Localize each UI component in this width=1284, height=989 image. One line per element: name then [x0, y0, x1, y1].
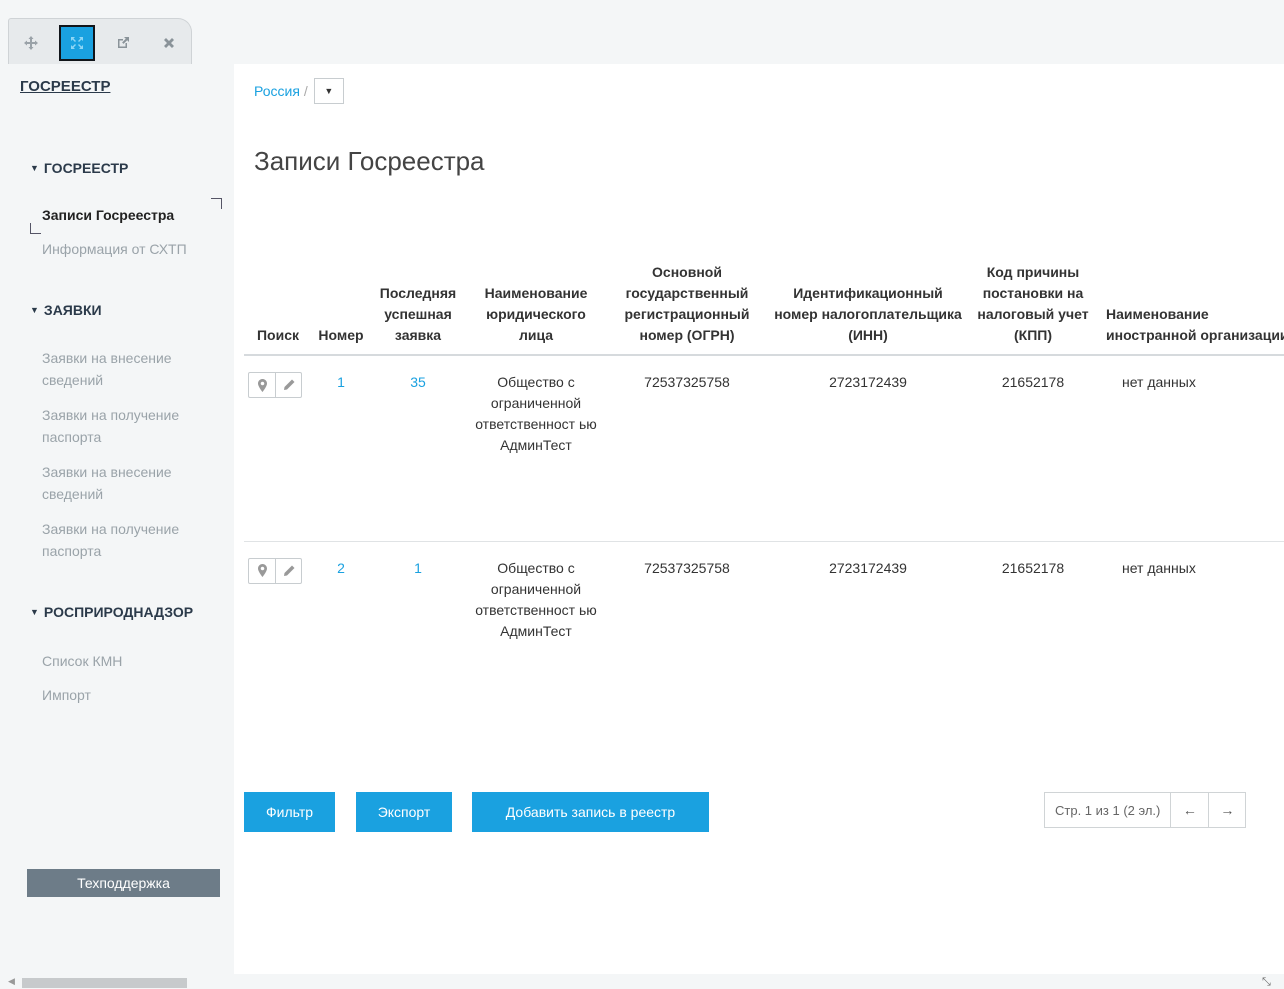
brand-link[interactable]: ГОСРЕЕСТР	[20, 78, 110, 95]
prev-page-button[interactable]: ←	[1171, 793, 1208, 827]
pencil-icon[interactable]	[275, 373, 301, 397]
cell-ogrn: 72537325758	[644, 559, 730, 576]
cell-foreign-name: нет данных	[1122, 559, 1196, 576]
horizontal-scrollbar[interactable]: ◀	[0, 974, 1284, 988]
row-actions	[244, 355, 312, 542]
column-header-search[interactable]: Поиск	[244, 262, 312, 356]
cell-legal-name: Общество с ограниченной ответственност ь…	[466, 355, 606, 542]
column-header-number[interactable]: Номер	[312, 262, 370, 356]
filter-button[interactable]: Фильтр	[244, 792, 335, 832]
pagination: Стр. 1 из 1 (2 эл.) ← →	[1044, 792, 1247, 828]
map-marker-icon[interactable]	[249, 559, 275, 583]
records-table: Поиск Номер Последняя успешная заявка На…	[244, 262, 1284, 721]
cell-number[interactable]: 2	[312, 541, 370, 721]
table-row[interactable]: 1 35 Общество с ограниченной ответственн…	[244, 355, 1284, 542]
caret-down-icon: ▼	[30, 163, 39, 173]
sidebar-item-skhtp-info[interactable]: Информация от СХТП	[42, 238, 222, 260]
breadcrumb-separator: /	[303, 83, 308, 99]
caret-down-icon: ▼	[30, 305, 39, 315]
app-window: ГОСРЕЕСТР ▼ ГОСРЕЕСТР Записи Госреестра И…	[0, 0, 1284, 988]
breadcrumb: Россия / ▼	[254, 78, 344, 104]
map-marker-icon[interactable]	[249, 373, 275, 397]
cell-kpp: 21652178	[968, 355, 1098, 542]
sidebar-item-requests-info-1[interactable]: Заявки на внесение сведений	[42, 347, 222, 391]
row-action-group	[248, 372, 302, 398]
cell-last-request[interactable]: 1	[370, 541, 466, 721]
table-header-row: Поиск Номер Последняя успешная заявка На…	[244, 262, 1284, 356]
sidebar-item-gosreestr-records[interactable]: Записи Госреестра	[42, 204, 222, 226]
column-header-kpp[interactable]: Код причины постановки на налоговый учет…	[968, 262, 1098, 356]
sidebar-section-gosreestr[interactable]: ▼ ГОСРЕЕСТР	[30, 160, 128, 176]
sidebar-item-import[interactable]: Импорт	[42, 684, 222, 706]
window-toolbar	[8, 18, 192, 64]
expand-icon[interactable]	[59, 25, 95, 61]
column-header-foreign-name[interactable]: Наименование иностранной организации	[1098, 262, 1284, 356]
move-icon[interactable]	[13, 25, 49, 61]
export-button[interactable]: Экспорт	[356, 792, 452, 832]
scroll-left-icon[interactable]: ◀	[8, 976, 15, 987]
cell-ogrn: 72537325758	[606, 355, 768, 542]
cell-foreign-name: нет данных	[1098, 355, 1284, 542]
close-icon[interactable]	[151, 25, 187, 61]
next-page-button[interactable]: →	[1208, 793, 1245, 827]
breadcrumb-root[interactable]: Россия	[254, 83, 300, 99]
sidebar-item-requests-passport-2[interactable]: Заявки на получение паспорта	[42, 518, 222, 562]
scrollbar-thumb[interactable]	[22, 978, 187, 988]
add-record-button[interactable]: Добавить запись в реестр	[472, 792, 709, 832]
column-header-last-request[interactable]: Последняя успешная заявка	[370, 262, 466, 356]
cell-inn: 2723172439	[829, 559, 907, 576]
column-header-ogrn[interactable]: Основной государственный регистрационный…	[606, 262, 768, 356]
cell-legal-name: Общество с ограниченной ответственност ь…	[475, 559, 597, 639]
column-header-inn[interactable]: Идентификационный номер налогоплательщик…	[768, 262, 968, 356]
page-title: Записи Госреестра	[254, 146, 485, 176]
resize-grip-icon[interactable]: ⤡	[1262, 976, 1271, 989]
caret-down-icon: ▼	[324, 86, 334, 96]
sidebar-item-kmn-list[interactable]: Список КМН	[42, 650, 222, 672]
cell-last-request[interactable]: 35	[370, 355, 466, 542]
pagination-info: Стр. 1 из 1 (2 эл.)	[1045, 793, 1172, 827]
breadcrumb-dropdown[interactable]: ▼	[313, 78, 344, 104]
sidebar-item-requests-passport-1[interactable]: Заявки на получение паспорта	[42, 404, 222, 448]
sidebar-item-requests-info-2[interactable]: Заявки на внесение сведений	[42, 461, 222, 505]
cell-kpp: 21652178	[1001, 559, 1065, 576]
main-content: Россия / ▼ Записи Госреестра Поиск Номер…	[234, 64, 1284, 974]
sidebar-section-requests[interactable]: ▼ ЗАЯВКИ	[30, 302, 102, 318]
pencil-icon[interactable]	[275, 558, 301, 583]
table-row[interactable]: 2 1 Общество с ограниченной ответственно…	[244, 541, 1284, 721]
cell-inn: 2723172439	[768, 355, 968, 542]
row-actions	[244, 541, 312, 721]
sidebar-section-rosprirodnadzor[interactable]: ▼ РОСПРИРОДНАДЗОР	[30, 604, 193, 620]
cell-number[interactable]: 1	[312, 355, 370, 542]
row-action-group	[248, 557, 302, 584]
support-button[interactable]: Техподдержка	[27, 869, 220, 897]
external-link-icon[interactable]	[105, 25, 141, 61]
caret-down-icon: ▼	[30, 607, 39, 617]
column-header-legal-name[interactable]: Наименование юридического лица	[466, 262, 606, 356]
sidebar: ГОСРЕЕСТР ▼ ГОСРЕЕСТР Записи Госреестра И…	[0, 64, 234, 974]
